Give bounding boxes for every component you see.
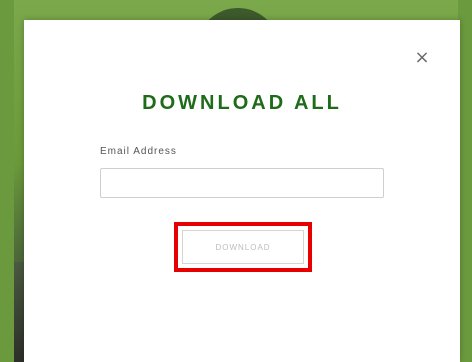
- close-icon[interactable]: ×: [414, 49, 430, 67]
- download-all-modal: × DOWNLOAD ALL Email Address DOWNLOAD: [24, 20, 460, 362]
- modal-title: DOWNLOAD ALL: [142, 92, 342, 114]
- download-button[interactable]: DOWNLOAD: [182, 230, 304, 264]
- page-frame-left: [0, 0, 14, 362]
- email-label: Email Address: [100, 146, 177, 157]
- email-field[interactable]: [100, 168, 384, 198]
- page-frame-right: [458, 0, 472, 362]
